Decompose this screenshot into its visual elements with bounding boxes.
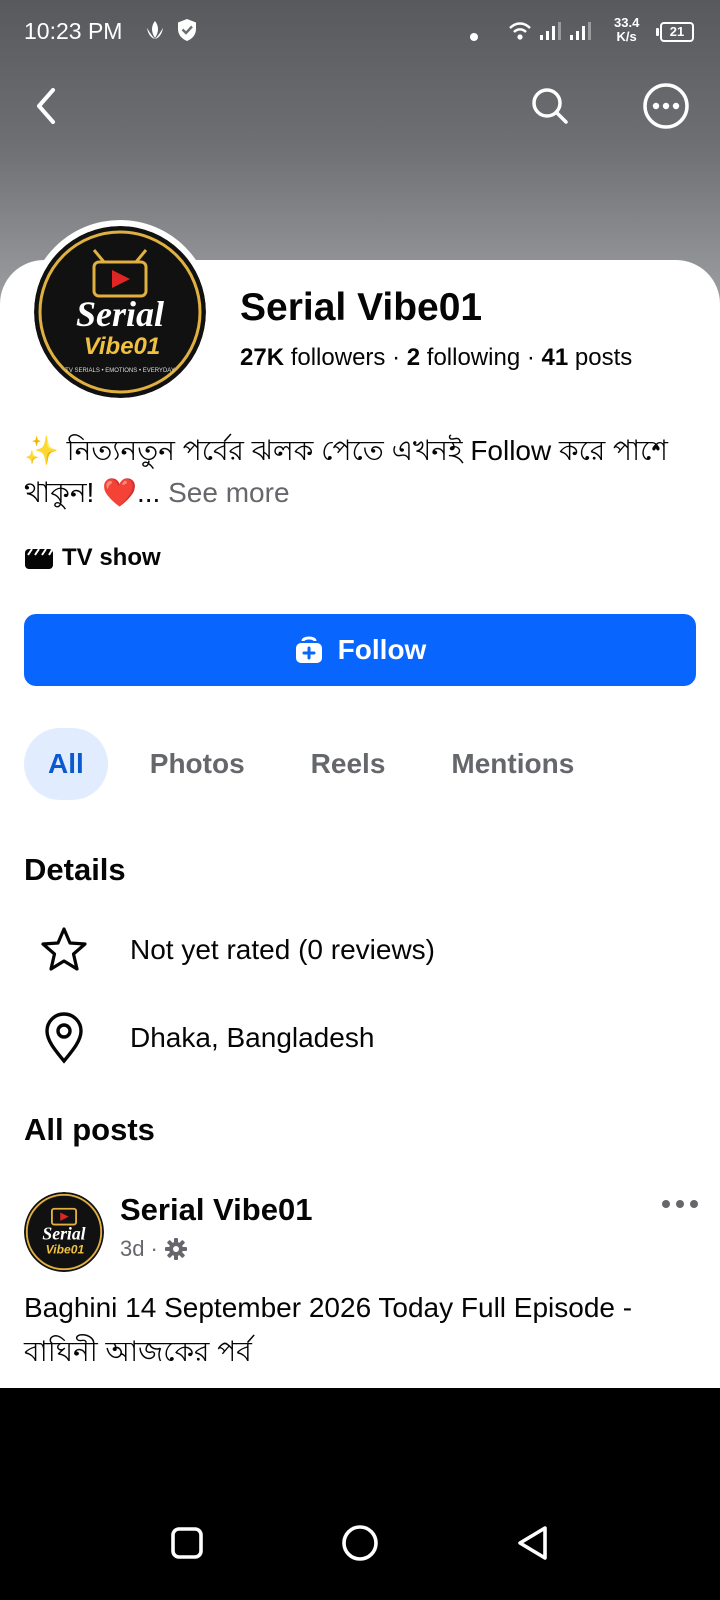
posts-count: 41 — [541, 344, 569, 371]
sparkle-emoji: ✨ — [24, 435, 59, 466]
tab-photos[interactable]: Photos — [126, 728, 269, 800]
more-options-button[interactable] — [636, 76, 696, 136]
triangle-back-icon — [518, 1526, 547, 1560]
following-label[interactable]: following — [427, 344, 520, 371]
post-time[interactable]: 3d — [120, 1236, 144, 1262]
heart-emoji: ❤️ — [102, 477, 137, 508]
avatar-text-bottom: Vibe01 — [46, 1242, 85, 1256]
rating-row[interactable]: Not yet rated (0 reviews) — [36, 922, 435, 978]
post-meta: 3d · — [120, 1236, 188, 1262]
follow-button[interactable]: Follow — [24, 614, 696, 686]
category-label: TV show — [62, 544, 161, 571]
tab-mentions[interactable]: Mentions — [427, 728, 598, 800]
avatar-text-top: Serial — [42, 1223, 85, 1243]
followers-count[interactable]: 27K — [240, 344, 284, 371]
battery-icon: 21 — [656, 22, 694, 42]
network-speed-unit: K/s — [616, 29, 637, 44]
more-horizontal-circle-icon — [643, 83, 689, 129]
search-icon — [532, 88, 568, 124]
search-button[interactable] — [520, 76, 580, 136]
dot-icon — [470, 28, 478, 46]
wifi-icon — [508, 20, 532, 47]
stats-separator: · — [392, 344, 401, 371]
location-pin-icon — [45, 1012, 83, 1064]
page-title: Serial Vibe01 — [240, 286, 483, 329]
follow-label: Follow — [337, 634, 427, 665]
home-button[interactable] — [335, 1518, 385, 1568]
signal-icon-2 — [568, 20, 592, 47]
shield-icon — [176, 18, 198, 47]
posts-label: posts — [574, 344, 633, 371]
avatar[interactable]: Serial Vibe01 TV SERIALS • EMOTIONS • EV… — [34, 226, 206, 398]
stats-separator: · — [526, 344, 535, 371]
following-count[interactable]: 2 — [407, 344, 420, 371]
star-icon — [41, 927, 87, 971]
tab-reels[interactable]: Reels — [287, 728, 410, 800]
top-navigation — [0, 76, 720, 140]
network-speed-value: 33.4 — [614, 15, 640, 30]
clapperboard-icon — [25, 548, 53, 569]
recent-apps-button[interactable] — [162, 1518, 212, 1568]
chevron-left-icon — [37, 88, 55, 124]
system-back-button[interactable] — [508, 1518, 558, 1568]
page-logo-small: Serial Vibe01 — [24, 1192, 104, 1272]
post-author-avatar[interactable]: Serial Vibe01 — [24, 1192, 104, 1272]
page-logo: Serial Vibe01 TV SERIALS • EMOTIONS • EV… — [34, 226, 206, 398]
post-text[interactable]: Baghini 14 September 2026 Today Full Epi… — [24, 1286, 704, 1374]
follow-icon — [295, 636, 322, 663]
location-text: Dhaka, Bangladesh — [130, 1022, 375, 1053]
rating-text: Not yet rated (0 reviews) — [130, 934, 435, 965]
tab-all[interactable]: All — [24, 728, 108, 800]
followers-label[interactable]: followers — [291, 344, 386, 371]
status-bar: 10:23 PM 33.4 K/s 21 — [0, 0, 720, 64]
network-speed: 33.4 K/s — [614, 16, 639, 44]
gear-icon — [164, 1238, 187, 1260]
circle-icon — [342, 1525, 378, 1561]
details-heading: Details — [24, 852, 126, 887]
location-row[interactable]: Dhaka, Bangladesh — [36, 1010, 374, 1066]
square-icon — [171, 1527, 203, 1559]
avatar-text-bottom: Vibe01 — [84, 333, 161, 360]
bio: ✨ নিত্যনতুন পর্বের ঝলক পেতে এখনই Follow … — [24, 430, 694, 514]
status-time: 10:23 PM — [24, 18, 123, 44]
back-button[interactable] — [16, 76, 76, 136]
category: TV show — [24, 542, 161, 574]
avatar-text-top: Serial — [76, 294, 164, 334]
post-meta-separator: · — [150, 1236, 158, 1261]
more-horizontal-icon — [662, 1200, 698, 1208]
bio-ellipsis: ... — [137, 477, 161, 508]
post-author-name[interactable]: Serial Vibe01 — [120, 1192, 312, 1228]
see-more-link[interactable]: See more — [168, 477, 289, 508]
signal-icon — [538, 20, 562, 47]
notification-icon — [144, 18, 166, 47]
all-posts-heading: All posts — [24, 1112, 155, 1147]
profile-tabs: All Photos Reels Mentions — [24, 728, 616, 800]
avatar-tagline: TV SERIALS • EMOTIONS • EVERYDAY — [65, 368, 175, 374]
profile-stats: 27K followers · 2 following · 41 posts — [240, 344, 632, 372]
post-options-button[interactable] — [660, 1196, 700, 1217]
system-navigation-bar — [0, 1388, 720, 1600]
